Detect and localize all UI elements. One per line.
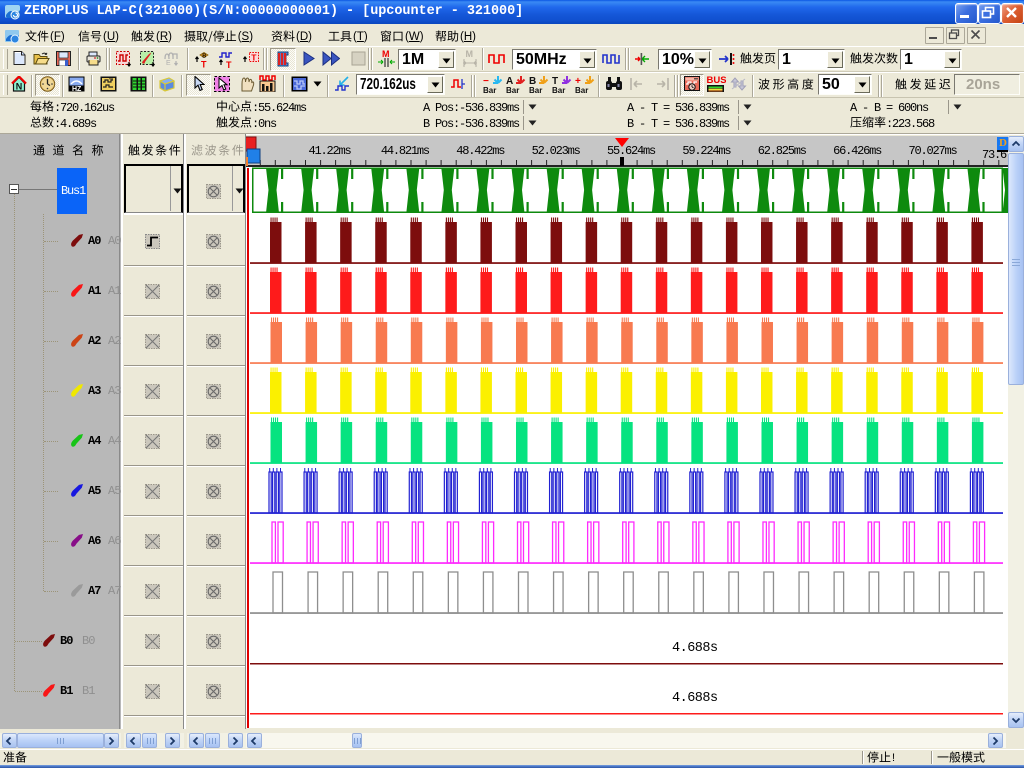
- svg-text:B: B: [202, 53, 206, 59]
- svg-text:Bar: Bar: [529, 86, 542, 93]
- svg-text:BUS: BUS: [707, 75, 727, 86]
- svg-text:Bar: Bar: [483, 86, 496, 93]
- svg-text:M: M: [466, 49, 474, 59]
- svg-text:Bar: Bar: [575, 86, 588, 93]
- svg-text:M: M: [382, 49, 390, 59]
- svg-text:Bar: Bar: [552, 86, 565, 93]
- svg-text:T: T: [251, 53, 257, 63]
- svg-text:T: T: [201, 60, 207, 69]
- svg-text:Bar: Bar: [506, 86, 519, 93]
- svg-text:T: T: [226, 60, 232, 68]
- svg-text:N: N: [16, 82, 22, 92]
- svg-text:HZ: HZ: [72, 86, 82, 92]
- svg-text:E: E: [166, 60, 171, 67]
